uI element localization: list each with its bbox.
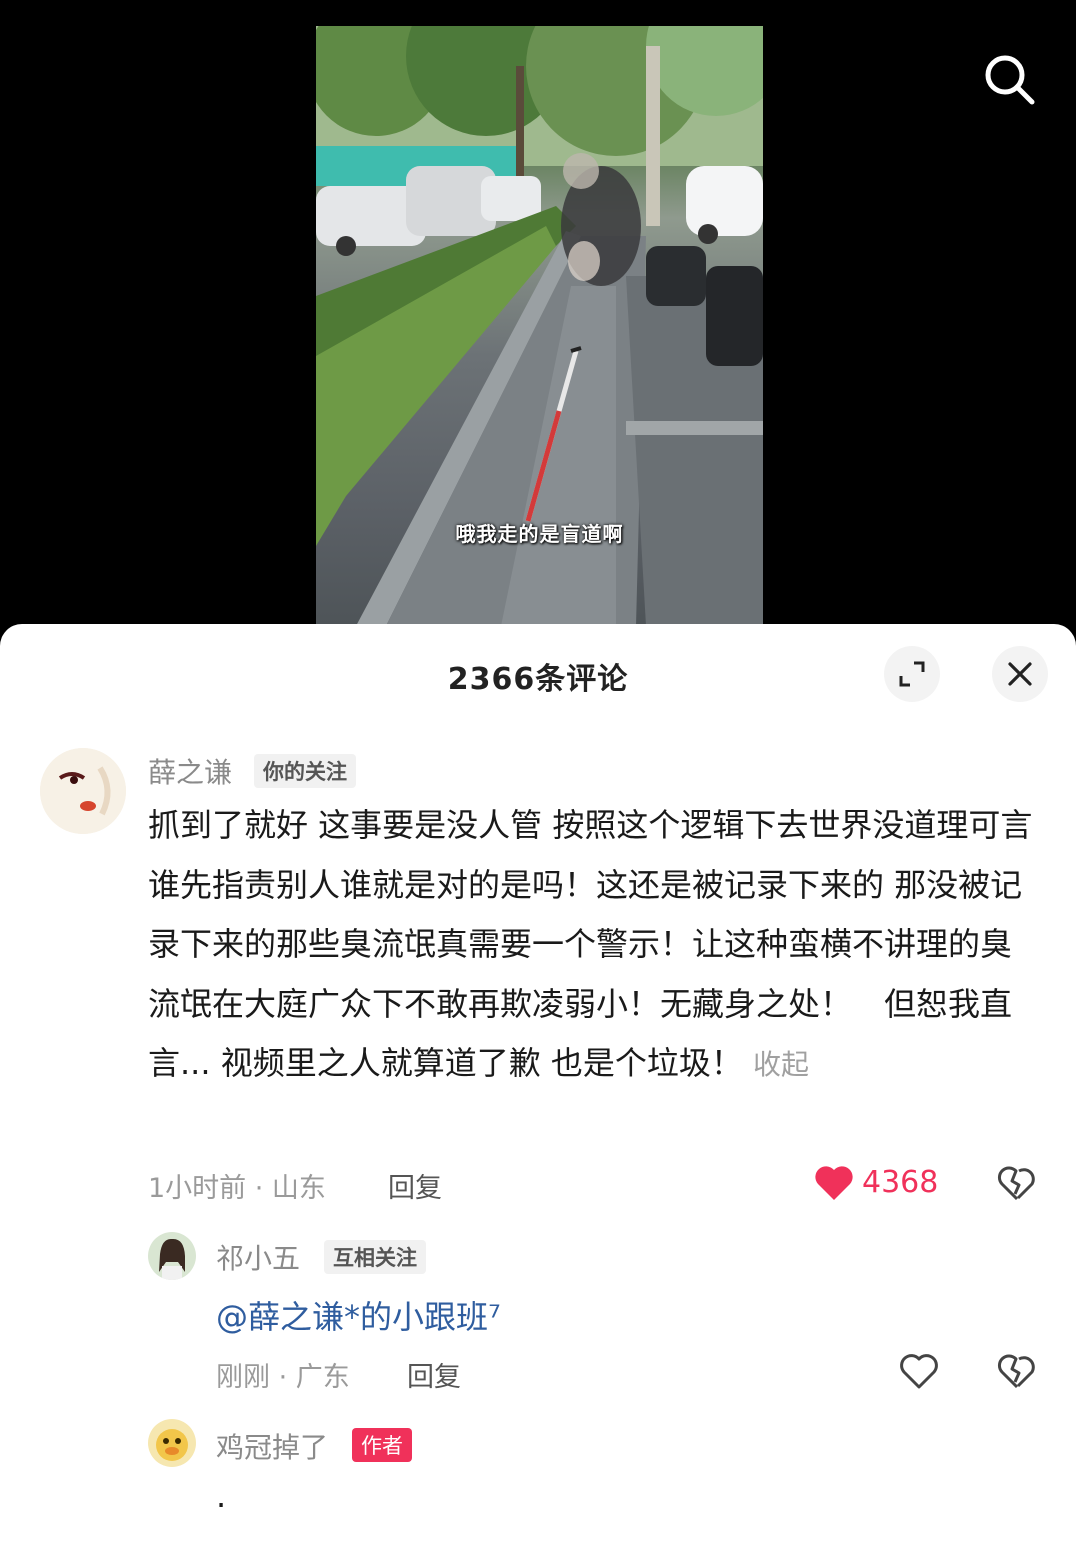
like-button[interactable] xyxy=(814,1164,854,1206)
mention-link[interactable]: @薛之谦*的小跟班⁷ xyxy=(216,1292,501,1338)
comment-meta: 1小时前 · 山东 xyxy=(148,1173,326,1204)
heart-filled-icon xyxy=(815,1166,853,1200)
search-button[interactable] xyxy=(980,50,1038,108)
comment-meta: 刚刚 · 广东 xyxy=(216,1362,350,1393)
reply-button[interactable]: 回复 xyxy=(388,1166,442,1205)
comment-text[interactable]: . xyxy=(216,1476,1016,1516)
comment-author[interactable]: 祁小五 xyxy=(216,1237,300,1277)
avatar-image xyxy=(40,748,126,834)
comment-sheet: 2366条评论 薛之谦 你的关注 抓到了就好 这事要是没人管 按照这个逻辑下去世… xyxy=(0,624,1076,1552)
mutual-follow-tag: 互相关注 xyxy=(324,1240,426,1274)
avatar[interactable] xyxy=(148,1419,196,1467)
broken-heart-icon xyxy=(997,1166,1035,1201)
collapse-link[interactable]: 收起 xyxy=(753,1048,809,1081)
reply-button[interactable]: 回复 xyxy=(407,1355,461,1394)
follow-tag: 你的关注 xyxy=(254,754,356,788)
comment-author[interactable]: 薛之谦 xyxy=(148,751,232,791)
video-player[interactable]: 哦我走的是盲道啊 xyxy=(0,0,1076,632)
avatar[interactable] xyxy=(148,1232,196,1280)
search-icon xyxy=(985,55,1035,105)
heart-outline-icon xyxy=(900,1354,938,1389)
avatar-image xyxy=(148,1419,196,1467)
video-subtitle: 哦我走的是盲道啊 xyxy=(455,522,624,546)
broken-heart-icon xyxy=(997,1354,1035,1389)
like-button[interactable] xyxy=(899,1352,939,1394)
comment-text[interactable]: 抓到了就好 这事要是没人管 按照这个逻辑下去世界没道理可言 谁先指责别人谁就是对… xyxy=(148,796,1038,1095)
like-count: 4368 xyxy=(862,1165,939,1200)
avatar[interactable] xyxy=(40,748,126,834)
video-frame[interactable]: 哦我走的是盲道啊 xyxy=(316,26,763,626)
dislike-button[interactable] xyxy=(997,1352,1037,1394)
close-icon xyxy=(1008,662,1032,686)
comment-author[interactable]: 鸡冠掉了 xyxy=(216,1426,328,1466)
expand-icon xyxy=(899,661,925,687)
dislike-button[interactable] xyxy=(997,1164,1037,1206)
author-tag: 作者 xyxy=(352,1428,412,1462)
close-button[interactable] xyxy=(992,646,1048,702)
expand-button[interactable] xyxy=(884,646,940,702)
avatar-image xyxy=(148,1232,196,1280)
